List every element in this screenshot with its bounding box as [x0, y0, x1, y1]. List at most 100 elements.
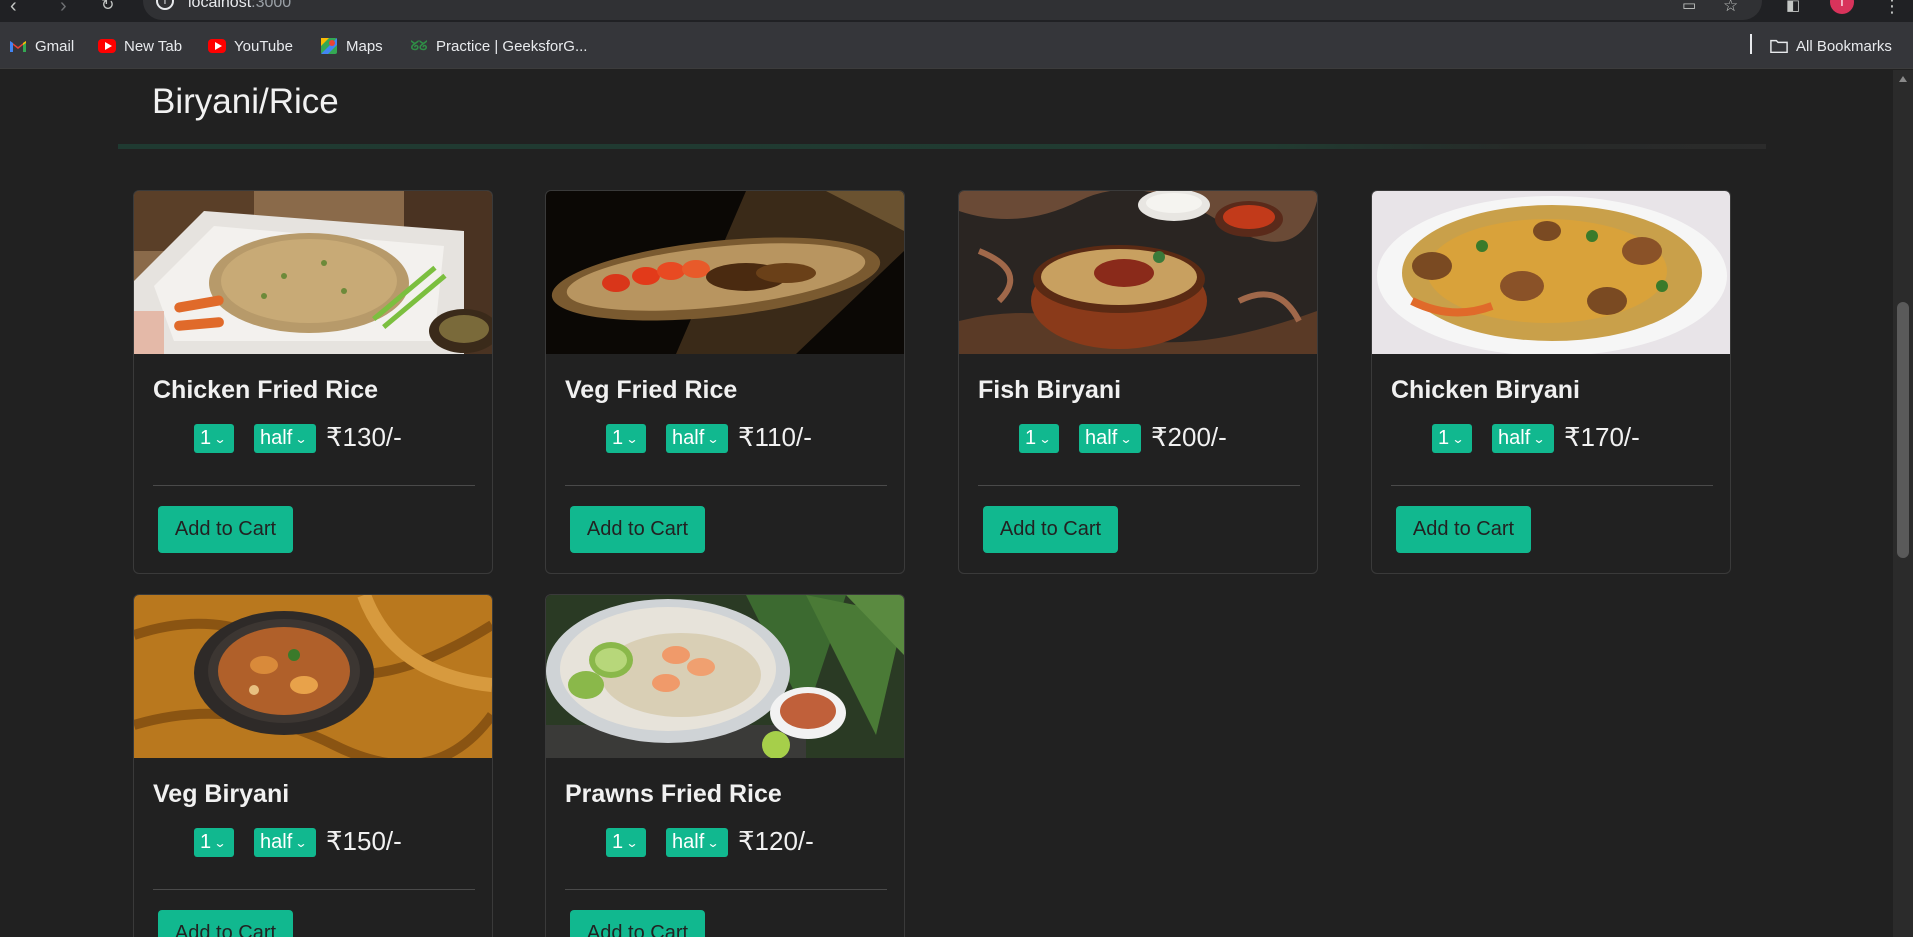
card-divider	[1391, 485, 1713, 486]
profile-avatar[interactable]: T	[1830, 0, 1854, 14]
size-select[interactable]: half ⌄	[1079, 424, 1141, 453]
food-card: Prawns Fried Rice 1 ⌄ half ⌄ ₹120/- Add to…	[545, 594, 905, 937]
maps-icon	[320, 37, 338, 55]
quantity-select[interactable]: 1 ⌄	[606, 828, 646, 857]
bookmark-geeksforgeeks[interactable]: ᘜᘜ Practice | GeeksforG...	[410, 36, 588, 56]
chevron-down-icon: ⌄	[1451, 431, 1465, 446]
bookmarks-separator	[1750, 34, 1752, 54]
size-select[interactable]: half ⌄	[666, 424, 728, 453]
quantity-select[interactable]: 1 ⌄	[194, 424, 234, 453]
food-card: Veg Biryani 1 ⌄ half ⌄ ₹150/- Add to Cart	[133, 594, 493, 937]
price: ₹120/-	[738, 826, 814, 856]
card-divider	[565, 485, 887, 486]
page-scrollbar[interactable]	[1893, 70, 1913, 937]
chevron-down-icon: ⌄	[706, 835, 720, 850]
size-select[interactable]: half ⌄	[254, 828, 316, 857]
quantity-value: 1	[200, 427, 212, 449]
price: ₹110/-	[738, 422, 812, 452]
bookmark-youtube[interactable]: YouTube	[208, 36, 293, 56]
add-to-cart-button[interactable]: Add to Cart	[570, 506, 705, 553]
add-to-cart-button[interactable]: Add to Cart	[570, 910, 705, 937]
quantity-select[interactable]: 1 ⌄	[606, 424, 646, 453]
size-value: half	[672, 427, 705, 449]
card-divider	[153, 485, 475, 486]
food-name: Fish Biryani	[978, 376, 1122, 404]
gmail-icon	[9, 37, 27, 55]
food-image	[134, 191, 492, 354]
add-to-cart-button[interactable]: Add to Cart	[158, 506, 293, 553]
food-name: Prawns Fried Rice	[565, 780, 782, 808]
youtube-icon	[98, 37, 116, 55]
bookmark-maps[interactable]: Maps	[320, 36, 383, 56]
browser-toolbar: ‹ › ↻ i localhost:3000 ▭ ☆ ◧ T ⋮	[0, 0, 1913, 22]
add-to-cart-button[interactable]: Add to Cart	[983, 506, 1118, 553]
chevron-down-icon: ⌄	[213, 835, 227, 850]
size-select[interactable]: half ⌄	[1492, 424, 1554, 453]
size-select[interactable]: half ⌄	[254, 424, 316, 453]
quantity-value: 1	[612, 427, 624, 449]
size-select[interactable]: half ⌄	[666, 828, 728, 857]
section-title: Biryani/Rice	[152, 82, 339, 121]
add-to-cart-button[interactable]: Add to Cart	[158, 910, 293, 937]
add-to-cart-button[interactable]: Add to Cart	[1396, 506, 1531, 553]
food-image	[546, 595, 904, 758]
food-card: Chicken Biryani 1 ⌄ half ⌄ ₹170/- Add to C…	[1371, 190, 1731, 574]
bookmark-label: New Tab	[124, 37, 183, 55]
geeksforgeeks-icon: ᘜᘜ	[410, 38, 428, 53]
chevron-down-icon: ⌄	[706, 431, 720, 446]
food-image	[546, 191, 904, 354]
size-value: half	[260, 427, 293, 449]
folder-icon	[1770, 37, 1788, 55]
size-value: half	[672, 831, 705, 853]
size-value: half	[260, 831, 293, 853]
chevron-down-icon: ⌄	[1532, 431, 1546, 446]
section-divider	[118, 144, 1766, 149]
quantity-select[interactable]: 1 ⌄	[1019, 424, 1059, 453]
address-bar[interactable]	[143, 0, 1762, 20]
side-panel-icon[interactable]: ◧	[1786, 0, 1800, 16]
food-card: Veg Fried Rice 1 ⌄ half ⌄ ₹110/- Add to Ca…	[545, 190, 905, 574]
reload-icon[interactable]: ↻	[101, 0, 114, 16]
food-card: Chicken Fried Rice 1 ⌄ half ⌄ ₹130/- Add t…	[133, 190, 493, 574]
food-card: Fish Biryani 1 ⌄ half ⌄ ₹200/- Add to Cart	[958, 190, 1318, 574]
bookmark-new-tab[interactable]: New Tab	[98, 36, 182, 56]
card-divider	[153, 889, 475, 890]
quantity-value: 1	[612, 831, 624, 853]
chevron-down-icon: ⌄	[294, 431, 308, 446]
quantity-select[interactable]: 1 ⌄	[1432, 424, 1472, 453]
quantity-value: 1	[200, 831, 212, 853]
url-text[interactable]: localhost:3000	[188, 0, 291, 12]
all-bookmarks-button[interactable]: All Bookmarks	[1770, 36, 1892, 56]
quantity-select[interactable]: 1 ⌄	[194, 828, 234, 857]
size-value: half	[1498, 427, 1531, 449]
chevron-down-icon: ⌄	[1119, 431, 1133, 446]
bookmark-gmail[interactable]: Gmail	[9, 36, 74, 56]
price: ₹170/-	[1564, 422, 1640, 452]
cast-icon[interactable]: ▭	[1682, 0, 1696, 16]
chevron-down-icon: ⌄	[625, 431, 639, 446]
food-image	[134, 595, 492, 758]
food-image	[1372, 191, 1730, 354]
back-icon[interactable]: ‹	[10, 0, 17, 16]
card-divider	[978, 485, 1300, 486]
scroll-up-icon[interactable]	[1899, 76, 1907, 82]
food-name: Chicken Fried Rice	[153, 376, 379, 404]
chevron-down-icon: ⌄	[213, 431, 227, 446]
chevron-down-icon: ⌄	[294, 835, 308, 850]
bookmark-star-icon[interactable]: ☆	[1723, 0, 1738, 16]
food-name: Veg Biryani	[153, 780, 290, 808]
bookmark-label: Practice | GeeksforG...	[436, 37, 588, 55]
scrollbar-thumb[interactable]	[1897, 302, 1909, 558]
chevron-down-icon: ⌄	[1038, 431, 1052, 446]
food-name: Veg Fried Rice	[565, 376, 738, 404]
all-bookmarks-label: All Bookmarks	[1796, 37, 1892, 55]
price: ₹130/-	[326, 422, 402, 452]
youtube-icon	[208, 37, 226, 55]
size-value: half	[1085, 427, 1118, 449]
chevron-down-icon: ⌄	[625, 835, 639, 850]
menu-icon[interactable]: ⋮	[1883, 0, 1901, 16]
bookmark-label: YouTube	[234, 37, 293, 55]
quantity-value: 1	[1438, 427, 1450, 449]
quantity-value: 1	[1025, 427, 1037, 449]
forward-icon[interactable]: ›	[60, 0, 67, 16]
